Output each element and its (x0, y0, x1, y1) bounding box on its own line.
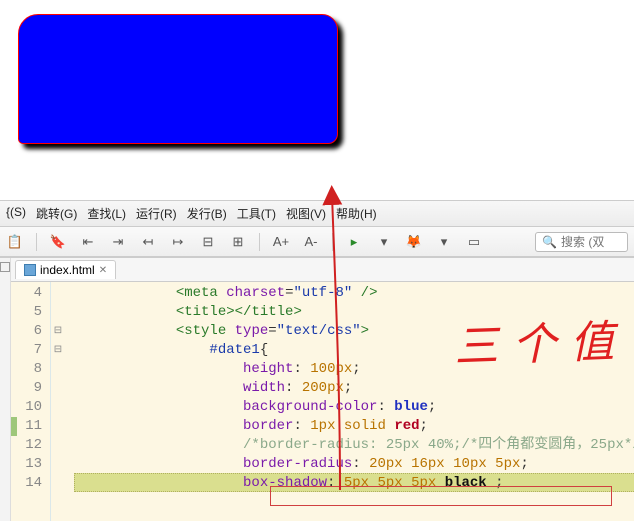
fold-marker[interactable]: ⊟ (51, 322, 65, 341)
menu-publish[interactable]: 发行(B) (187, 205, 227, 222)
code-line: border-radius: 20px 16px 10px 5px; (75, 455, 634, 474)
code-line: /*border-radius: 25px 40%;/*四个角都变圆角，25px… (75, 436, 634, 455)
tabbar: index.html ✕ (11, 258, 634, 282)
run-icon[interactable]: ▸ (345, 233, 363, 251)
editor: index.html ✕ 4 5 6 7 8 9 10 11 12 13 14 (0, 257, 634, 521)
code-line: <meta charset="utf-8" /> (75, 284, 634, 303)
menu-tools[interactable]: 工具(T) (237, 205, 276, 222)
bookmark-icon[interactable]: 🔖 (49, 233, 67, 251)
search-box[interactable]: 🔍 (535, 232, 628, 252)
font-increase-icon[interactable]: A+ (272, 233, 290, 251)
toolbar: 📋 🔖 ⇤ ⇥ ↤ ↦ ⊟ ⊞ A+ A- ▸ ▾ 🦊 ▾ ▭ 🔍 (0, 227, 634, 257)
menu-view[interactable]: 视图(V) (286, 205, 326, 222)
menu-goto[interactable]: 跳转(G) (36, 205, 77, 222)
code-line: #date1{ (75, 341, 634, 360)
code-lines[interactable]: <meta charset="utf-8" /> <title></title>… (65, 282, 634, 521)
tab-index-html[interactable]: index.html ✕ (15, 260, 116, 279)
fold-marker[interactable]: ⊟ (51, 341, 65, 360)
code-line: <style type="text/css"> (75, 322, 634, 341)
code-line: width: 200px; (75, 379, 634, 398)
code-line: <title></title> (75, 303, 634, 322)
tab-label: index.html (40, 263, 95, 277)
step-forward-icon[interactable]: ↦ (169, 233, 187, 251)
screen-icon[interactable]: ▭ (465, 233, 483, 251)
code-line: background-color: blue; (75, 398, 634, 417)
step-back-icon[interactable]: ↤ (139, 233, 157, 251)
search-input[interactable] (561, 235, 621, 249)
change-marker (11, 417, 17, 436)
menubar: {(S) 跳转(G) 查找(L) 运行(R) 发行(B) 工具(T) 视图(V)… (0, 200, 634, 227)
preview-area (0, 0, 634, 200)
search-icon: 🔍 (542, 235, 557, 249)
firefox-icon[interactable]: 🦊 (405, 233, 423, 251)
fold-column: ⊟ ⊟ (51, 282, 65, 521)
code-line: height: 100px; (75, 360, 634, 379)
collapse-icon[interactable]: ⊟ (199, 233, 217, 251)
outdent-icon[interactable]: ⇤ (79, 233, 97, 251)
split-toggle-icon[interactable] (0, 262, 10, 272)
font-decrease-icon[interactable]: A- (302, 233, 320, 251)
code-line-highlighted: box-shadow: 5px 5px 5px black ; (74, 473, 634, 492)
menu-run[interactable]: 运行(R) (136, 205, 177, 222)
menu-s[interactable]: {(S) (6, 205, 26, 222)
preview-blue-box (18, 14, 338, 144)
menu-find[interactable]: 查找(L) (87, 205, 126, 222)
run-dropdown-icon[interactable]: ▾ (375, 233, 393, 251)
browser-dropdown-icon[interactable]: ▾ (435, 233, 453, 251)
tab-close-icon[interactable]: ✕ (99, 265, 107, 276)
paste-icon[interactable]: 📋 (6, 233, 24, 251)
html-file-icon (24, 264, 36, 276)
code-area[interactable]: 4 5 6 7 8 9 10 11 12 13 14 ⊟ ⊟ <meta c (11, 282, 634, 521)
menu-help[interactable]: 帮助(H) (336, 205, 377, 222)
gutter: 4 5 6 7 8 9 10 11 12 13 14 (11, 282, 51, 521)
editor-side-strip (0, 258, 11, 521)
code-line: border: 1px solid red; (75, 417, 634, 436)
indent-icon[interactable]: ⇥ (109, 233, 127, 251)
expand-icon[interactable]: ⊞ (229, 233, 247, 251)
